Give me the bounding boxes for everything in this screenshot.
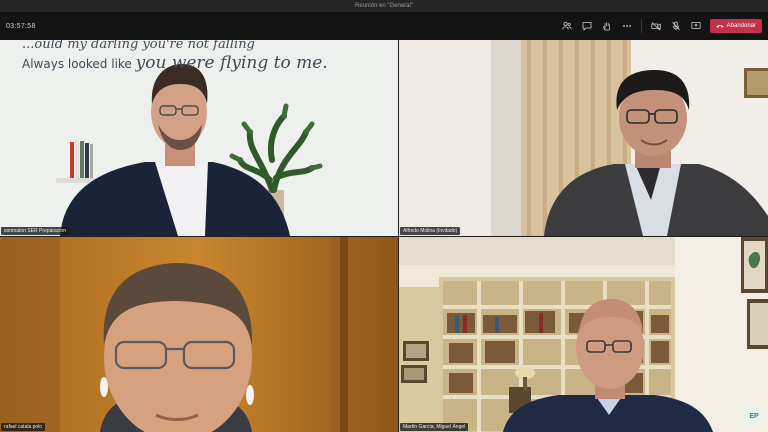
meeting-timer: 03:57:58 [6, 22, 36, 30]
wall-text-line-2-prefix: Always looked like [22, 57, 136, 71]
hang-up-icon [716, 25, 724, 28]
share-screen-icon[interactable] [686, 16, 706, 36]
participant-tile[interactable]: rafael catala polo [0, 237, 398, 432]
raise-hand-icon[interactable] [597, 16, 617, 36]
participant-video [399, 237, 768, 432]
ep-logo: EP [744, 406, 764, 426]
participant-video [0, 237, 398, 432]
participant-name: sonmaton SER Preparacion [1, 227, 69, 235]
participant-tile[interactable]: ...ould my darling you're not falling Al… [0, 40, 398, 236]
microphone-off-icon[interactable] [666, 16, 686, 36]
participant-tile[interactable]: Martín García, Miguel Ángel EP [399, 237, 768, 432]
more-options-icon[interactable] [617, 16, 637, 36]
participant-name: Martín García, Miguel Ángel [400, 423, 469, 431]
toolbar-divider [640, 19, 642, 33]
meeting-toolbar: 03:57:58 Abandonar [0, 12, 768, 40]
participant-video [399, 40, 768, 236]
wall-text-line-2: Always looked like you were flying to me… [22, 53, 328, 73]
wall-text-line-2-rest: you were flying to me. [135, 53, 328, 73]
leave-button-label: Abandonar [726, 23, 756, 29]
participants-icon[interactable] [557, 16, 577, 36]
participant-name: Alfredo Molina (Invitado) [400, 227, 461, 235]
leave-button[interactable]: Abandonar [709, 19, 762, 33]
camera-off-icon[interactable] [646, 16, 666, 36]
participant-name: rafael catala polo [1, 423, 46, 431]
participant-tile[interactable]: Alfredo Molina (Invitado) [399, 40, 768, 236]
video-grid: ...ould my darling you're not falling Al… [0, 40, 768, 432]
chat-icon[interactable] [577, 16, 597, 36]
window-titlebar: Reunión en "General" [0, 0, 768, 12]
wall-text-line-1: ...ould my darling you're not falling [22, 40, 255, 52]
window-title: Reunión en "General" [355, 3, 413, 9]
